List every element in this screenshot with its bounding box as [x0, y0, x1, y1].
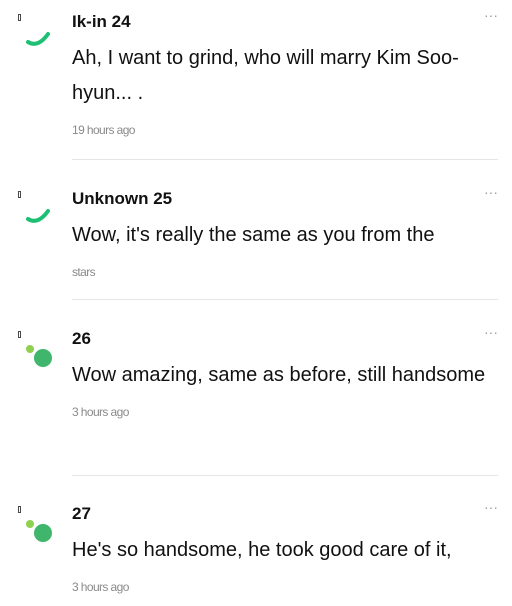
more-options-icon[interactable]: ···: [484, 185, 498, 199]
green-dots-icon: [26, 520, 52, 542]
comment-text: Ah, I want to grind, who will marry Kim …: [72, 47, 459, 104]
comment-item: Unknown 25 Wow, it's really the same as …: [0, 177, 512, 301]
comment-item: 27 He's so handsome, he took good care o…: [0, 492, 512, 606]
green-arc-icon: [26, 209, 50, 223]
marker-icon: [18, 506, 21, 513]
comment-item: Ik-in 24 Ah, I want to grind, who will m…: [0, 0, 512, 160]
green-dots-icon: [26, 345, 52, 367]
comment-item: 26 Wow amazing, same as before, still ha…: [0, 317, 512, 477]
comment-timestamp: stars: [72, 265, 96, 279]
more-options-icon[interactable]: ···: [484, 8, 498, 22]
comment-timestamp: 19 hours ago: [72, 123, 135, 137]
more-options-icon[interactable]: ···: [484, 325, 498, 339]
comment-author[interactable]: 26: [72, 329, 488, 349]
marker-icon: [18, 14, 21, 21]
divider: [72, 299, 498, 300]
comment-timestamp: 3 hours ago: [72, 580, 129, 594]
comment-text: Wow amazing, same as before, still hands…: [72, 364, 486, 386]
comment-author[interactable]: Unknown 25: [72, 189, 488, 209]
comment-author[interactable]: 27: [72, 504, 488, 524]
marker-icon: [18, 191, 21, 198]
comment-author[interactable]: Ik-in 24: [72, 12, 488, 32]
comment-timestamp: 3 hours ago: [72, 405, 129, 419]
comment-text: Wow, it's really the same as you from th…: [72, 224, 435, 246]
comment-text: He's so handsome, he took good care of i…: [72, 539, 452, 561]
marker-icon: [18, 331, 21, 338]
comment-list: Ik-in 24 Ah, I want to grind, who will m…: [0, 0, 512, 606]
divider: [72, 159, 498, 160]
more-options-icon[interactable]: ···: [484, 500, 498, 514]
divider: [72, 475, 498, 476]
green-arc-icon: [26, 32, 50, 46]
